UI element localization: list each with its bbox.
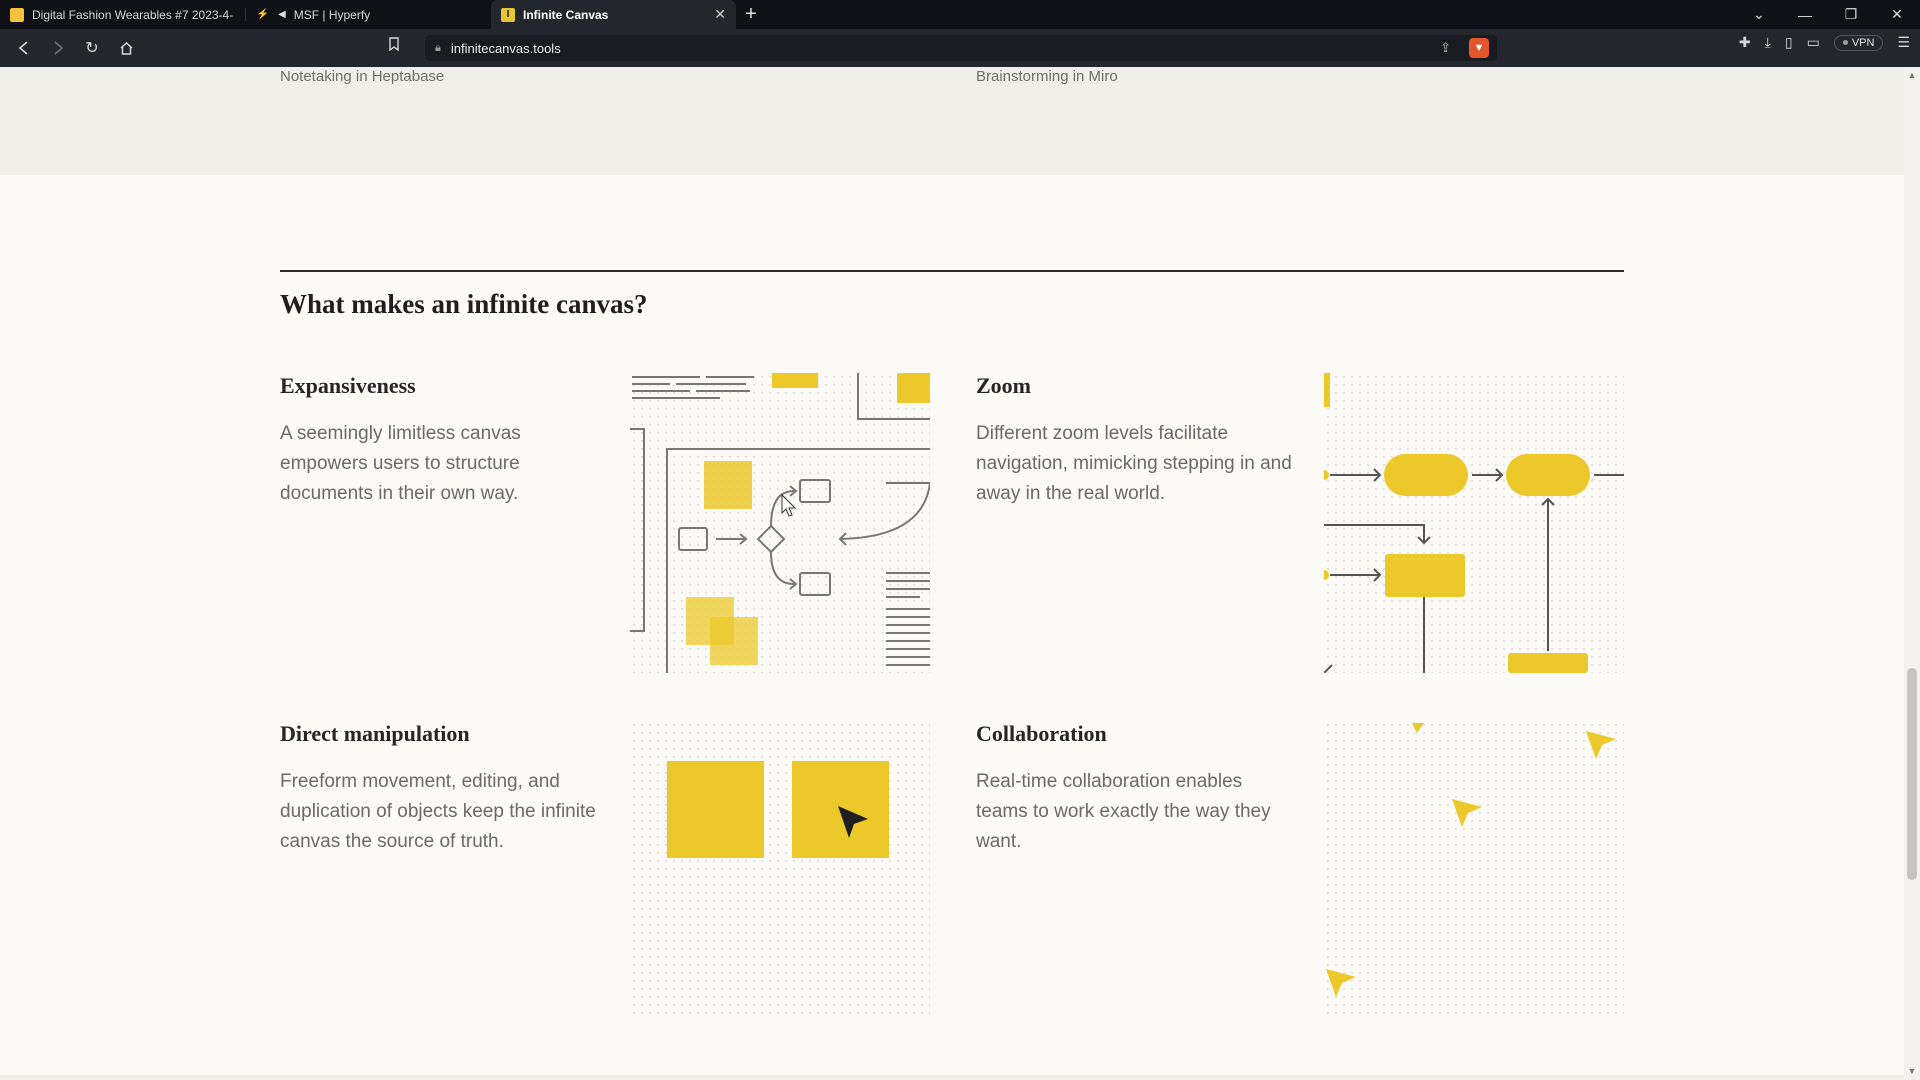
menu-icon[interactable]: ☰ [1897,34,1910,51]
feature-desc-collaboration: Real-time collaboration enables teams to… [976,771,1271,852]
direct-manipulation-illustration [630,721,930,1019]
tab-infinite-canvas[interactable]: I Infinite Canvas ✕ [491,0,736,29]
favicon-icon: I [501,7,515,22]
share-icon[interactable]: ⇪ [1440,40,1451,56]
toolbar-right: ✚ ⤓ ▯ ▭ VPN ☰ [1739,34,1910,51]
download-icon[interactable]: ⤓ [1765,34,1771,51]
close-tab-icon[interactable]: ✕ [714,6,726,23]
collaboration-illustration [1324,721,1624,1019]
favicon-icon [10,7,24,22]
restore-icon[interactable]: ❐ [1828,6,1874,23]
feature-desc-expansiveness: A seemingly limitless canvas empowers us… [280,423,521,504]
zoom-illustration [1319,373,1624,674]
caption-miro: Brainstorming in Miro [976,68,1118,85]
forward-icon[interactable] [44,34,72,62]
feature-title-direct-manipulation: Direct manipulation [280,721,470,746]
tab-strip: Digital Fashion Wearables #7 2023-4- ⚡ ◀… [0,0,1920,29]
close-window-icon[interactable]: ✕ [1874,6,1920,23]
tab-title: Digital Fashion Wearables #7 2023-4- [32,7,234,22]
address-bar[interactable]: 🔒︎ infinitecanvas.tools ⇪ ▼ [425,35,1497,61]
feature-desc-zoom: Different zoom levels facilitate navigat… [976,423,1292,504]
expansiveness-illustration [630,373,931,673]
scroll-down-icon[interactable]: ▼ [1905,1066,1919,1076]
vpn-button[interactable]: VPN [1833,34,1884,51]
url-text[interactable]: infinitecanvas.tools [451,41,561,56]
tab-msf-hyperfy[interactable]: ⚡ ◀ MSF | Hyperfy [246,0,491,29]
tab-title: Infinite Canvas [523,7,609,22]
vpn-label: VPN [1851,36,1875,49]
page-scrollbar[interactable] [1904,67,1920,1080]
page-content: Notetaking in Heptabase Brainstorming in… [0,67,1904,1080]
home-icon[interactable] [112,34,140,62]
feature-desc-direct-manipulation: Freeform movement, editing, and duplicat… [280,771,596,852]
minimize-icon[interactable]: — [1782,7,1828,23]
window-controls: ⌄ — ❐ ✕ [1736,0,1920,29]
feature-title-zoom: Zoom [976,373,1031,398]
scroll-up-icon[interactable]: ▲ [1905,70,1919,80]
wallet-icon[interactable]: ▭ [1807,34,1820,51]
reload-icon[interactable]: ↻ [78,34,106,62]
tab-digital-fashion[interactable]: Digital Fashion Wearables #7 2023-4- [0,0,245,29]
back-icon[interactable] [10,34,38,62]
browser-toolbar: ↻ 🔒︎ infinitecanvas.tools ⇪ ▼ ✚ ⤓ ▯ ▭ VP… [0,29,1920,67]
bookmark-icon[interactable] [388,37,400,54]
sidebar-icon[interactable]: ▯ [1785,34,1793,51]
page-bottom-band [0,1075,1904,1080]
scrollbar-thumb[interactable] [1907,668,1917,880]
tab-title: MSF | Hyperfy [293,7,371,22]
tab-search-icon[interactable]: ⌄ [1736,6,1782,23]
section-divider [280,270,1624,272]
section-title: What makes an infinite canvas? [280,289,648,319]
speaker-icon[interactable]: ◀ [278,9,286,20]
brave-shields-icon[interactable]: ▼ [1469,38,1489,58]
extensions-icon[interactable]: ✚ [1739,34,1751,51]
feature-title-collaboration: Collaboration [976,721,1107,746]
lightning-icon: ⚡ [256,9,270,20]
caption-heptabase: Notetaking in Heptabase [280,68,445,85]
new-tab-button[interactable]: + [736,0,766,29]
vpn-status-dot [1842,40,1848,46]
lock-icon[interactable]: 🔒︎ [435,42,441,55]
feature-title-expansiveness: Expansiveness [280,373,416,398]
